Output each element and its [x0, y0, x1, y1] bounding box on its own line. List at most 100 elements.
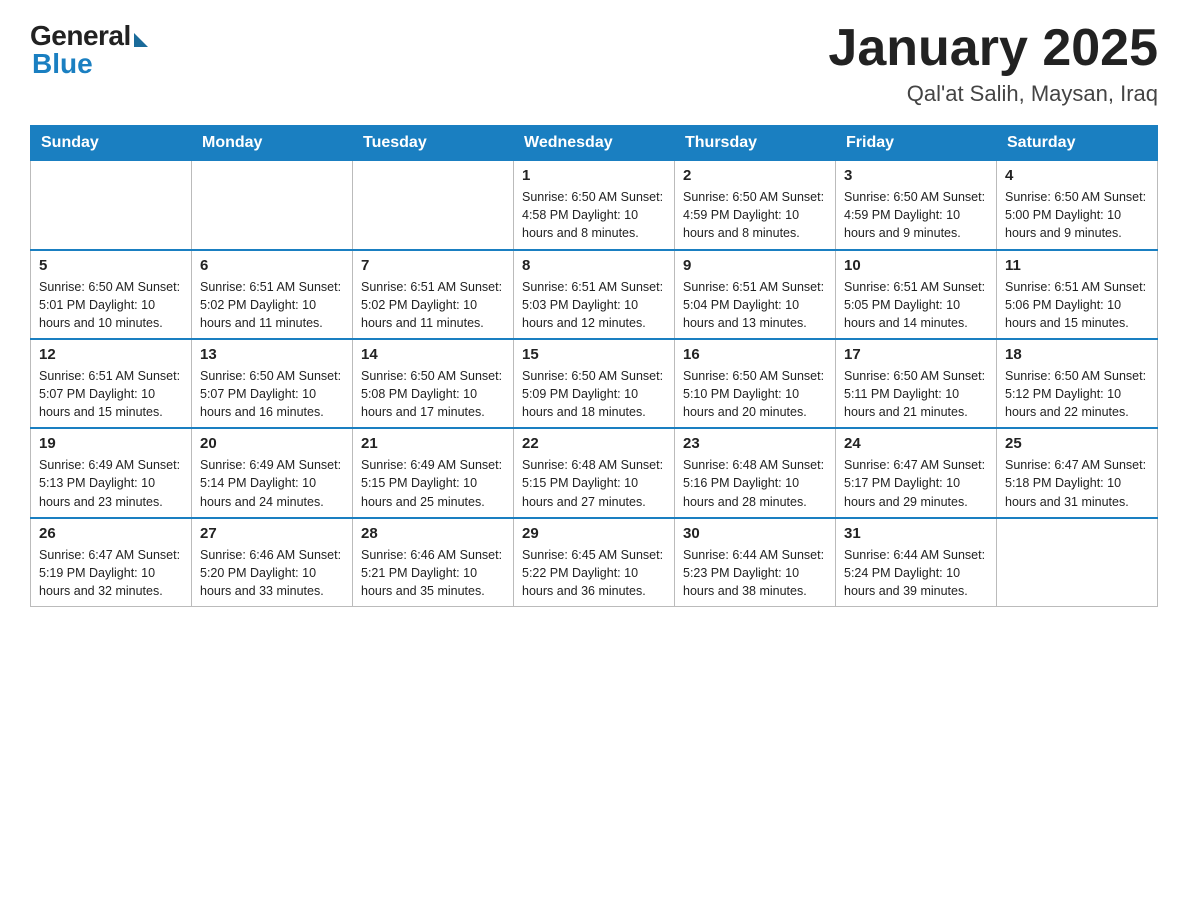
calendar-cell: 18 Sunrise: 6:50 AM Sunset: 5:12 PM Dayli… [997, 339, 1158, 428]
page-header: General Blue January 2025 Qal'at Salih, … [30, 20, 1158, 107]
day-number: 11 [1005, 257, 1149, 274]
calendar-week-row: 1Sunrise: 6:50 AM Sunset: 4:58 PM Daylig… [31, 161, 1158, 250]
day-info: Sunrise: 6:47 AM Sunset: 5:19 PM Dayligh… [39, 546, 183, 600]
day-number: 12 [39, 346, 183, 363]
day-info: Sunrise: 6:51 AM Sunset: 5:04 PM Dayligh… [683, 278, 827, 332]
weekday-header-monday: Monday [192, 126, 353, 161]
calendar-week-row: 26 Sunrise: 6:47 AM Sunset: 5:19 PM Dayli… [31, 518, 1158, 607]
day-info: Sunrise: 6:49 AM Sunset: 5:14 PM Dayligh… [200, 456, 344, 510]
calendar-title: January 2025 [828, 20, 1158, 77]
calendar-cell: 27 Sunrise: 6:46 AM Sunset: 5:20 PM Dayli… [192, 518, 353, 607]
day-number: 15 [522, 346, 666, 363]
day-info: Sunrise: 6:51 AM Sunset: 5:02 PM Dayligh… [200, 278, 344, 332]
day-number: 10 [844, 257, 988, 274]
calendar-cell: 25 Sunrise: 6:47 AM Sunset: 5:18 PM Dayli… [997, 428, 1158, 517]
calendar-cell [997, 518, 1158, 607]
day-number: 16 [683, 346, 827, 363]
day-number: 4 [1005, 167, 1149, 184]
day-info: Sunrise: 6:47 AM Sunset: 5:17 PM Dayligh… [844, 456, 988, 510]
day-number: 28 [361, 525, 505, 542]
calendar-cell: 9 Sunrise: 6:51 AM Sunset: 5:04 PM Daylig… [675, 250, 836, 339]
calendar-cell: 16Sunrise: 6:50 AM Sunset: 5:10 PM Dayli… [675, 339, 836, 428]
day-number: 30 [683, 525, 827, 542]
calendar-cell: 28 Sunrise: 6:46 AM Sunset: 5:21 PM Dayli… [353, 518, 514, 607]
day-info: Sunrise: 6:46 AM Sunset: 5:21 PM Dayligh… [361, 546, 505, 600]
day-number: 17 [844, 346, 988, 363]
calendar-week-row: 19Sunrise: 6:49 AM Sunset: 5:13 PM Dayli… [31, 428, 1158, 517]
day-number: 22 [522, 435, 666, 452]
day-info: Sunrise: 6:50 AM Sunset: 5:07 PM Dayligh… [200, 367, 344, 421]
day-number: 8 [522, 257, 666, 274]
weekday-header-thursday: Thursday [675, 126, 836, 161]
day-number: 23 [683, 435, 827, 452]
weekday-header-sunday: Sunday [31, 126, 192, 161]
day-number: 2 [683, 167, 827, 184]
calendar-cell: 6Sunrise: 6:51 AM Sunset: 5:02 PM Daylig… [192, 250, 353, 339]
day-number: 26 [39, 525, 183, 542]
day-number: 1 [522, 167, 666, 184]
day-info: Sunrise: 6:50 AM Sunset: 5:01 PM Dayligh… [39, 278, 183, 332]
day-number: 25 [1005, 435, 1149, 452]
day-number: 7 [361, 257, 505, 274]
calendar-cell: 23 Sunrise: 6:48 AM Sunset: 5:16 PM Dayli… [675, 428, 836, 517]
day-number: 14 [361, 346, 505, 363]
weekday-header-saturday: Saturday [997, 126, 1158, 161]
calendar-cell: 15 Sunrise: 6:50 AM Sunset: 5:09 PM Dayli… [514, 339, 675, 428]
logo-blue-text: Blue [32, 48, 93, 80]
calendar-cell: 20 Sunrise: 6:49 AM Sunset: 5:14 PM Dayli… [192, 428, 353, 517]
calendar-cell: 11 Sunrise: 6:51 AM Sunset: 5:06 PM Dayli… [997, 250, 1158, 339]
calendar-cell: 10 Sunrise: 6:51 AM Sunset: 5:05 PM Dayli… [836, 250, 997, 339]
day-info: Sunrise: 6:51 AM Sunset: 5:06 PM Dayligh… [1005, 278, 1149, 332]
day-number: 31 [844, 525, 988, 542]
weekday-header-friday: Friday [836, 126, 997, 161]
weekday-header-row: SundayMondayTuesdayWednesdayThursdayFrid… [31, 126, 1158, 161]
day-number: 29 [522, 525, 666, 542]
day-number: 5 [39, 257, 183, 274]
day-info: Sunrise: 6:50 AM Sunset: 5:12 PM Dayligh… [1005, 367, 1149, 421]
calendar-cell [353, 161, 514, 250]
day-info: Sunrise: 6:50 AM Sunset: 5:00 PM Dayligh… [1005, 188, 1149, 242]
day-number: 18 [1005, 346, 1149, 363]
calendar-cell: 5 Sunrise: 6:50 AM Sunset: 5:01 PM Daylig… [31, 250, 192, 339]
day-info: Sunrise: 6:48 AM Sunset: 5:15 PM Dayligh… [522, 456, 666, 510]
calendar-cell: 8Sunrise: 6:51 AM Sunset: 5:03 PM Daylig… [514, 250, 675, 339]
calendar-cell: 26 Sunrise: 6:47 AM Sunset: 5:19 PM Dayli… [31, 518, 192, 607]
day-info: Sunrise: 6:48 AM Sunset: 5:16 PM Dayligh… [683, 456, 827, 510]
day-number: 20 [200, 435, 344, 452]
calendar-cell: 22 Sunrise: 6:48 AM Sunset: 5:15 PM Dayli… [514, 428, 675, 517]
day-info: Sunrise: 6:44 AM Sunset: 5:23 PM Dayligh… [683, 546, 827, 600]
calendar-cell: 21Sunrise: 6:49 AM Sunset: 5:15 PM Dayli… [353, 428, 514, 517]
calendar-week-row: 5 Sunrise: 6:50 AM Sunset: 5:01 PM Daylig… [31, 250, 1158, 339]
day-info: Sunrise: 6:50 AM Sunset: 5:09 PM Dayligh… [522, 367, 666, 421]
calendar-cell: 24 Sunrise: 6:47 AM Sunset: 5:17 PM Dayli… [836, 428, 997, 517]
calendar-cell: 3Sunrise: 6:50 AM Sunset: 4:59 PM Daylig… [836, 161, 997, 250]
calendar-cell: 7 Sunrise: 6:51 AM Sunset: 5:02 PM Daylig… [353, 250, 514, 339]
day-info: Sunrise: 6:49 AM Sunset: 5:13 PM Dayligh… [39, 456, 183, 510]
weekday-header-wednesday: Wednesday [514, 126, 675, 161]
day-number: 24 [844, 435, 988, 452]
title-block: January 2025 Qal'at Salih, Maysan, Iraq [828, 20, 1158, 107]
day-info: Sunrise: 6:51 AM Sunset: 5:02 PM Dayligh… [361, 278, 505, 332]
calendar-week-row: 12 Sunrise: 6:51 AM Sunset: 5:07 PM Dayli… [31, 339, 1158, 428]
day-info: Sunrise: 6:50 AM Sunset: 5:11 PM Dayligh… [844, 367, 988, 421]
day-info: Sunrise: 6:50 AM Sunset: 5:08 PM Dayligh… [361, 367, 505, 421]
calendar-cell: 13Sunrise: 6:50 AM Sunset: 5:07 PM Dayli… [192, 339, 353, 428]
calendar-table: SundayMondayTuesdayWednesdayThursdayFrid… [30, 125, 1158, 607]
day-number: 21 [361, 435, 505, 452]
calendar-cell: 17 Sunrise: 6:50 AM Sunset: 5:11 PM Dayli… [836, 339, 997, 428]
day-info: Sunrise: 6:47 AM Sunset: 5:18 PM Dayligh… [1005, 456, 1149, 510]
day-info: Sunrise: 6:51 AM Sunset: 5:05 PM Dayligh… [844, 278, 988, 332]
calendar-cell: 12 Sunrise: 6:51 AM Sunset: 5:07 PM Dayli… [31, 339, 192, 428]
calendar-cell: 4 Sunrise: 6:50 AM Sunset: 5:00 PM Daylig… [997, 161, 1158, 250]
day-number: 9 [683, 257, 827, 274]
day-info: Sunrise: 6:51 AM Sunset: 5:07 PM Dayligh… [39, 367, 183, 421]
calendar-cell: 1Sunrise: 6:50 AM Sunset: 4:58 PM Daylig… [514, 161, 675, 250]
day-info: Sunrise: 6:46 AM Sunset: 5:20 PM Dayligh… [200, 546, 344, 600]
day-info: Sunrise: 6:45 AM Sunset: 5:22 PM Dayligh… [522, 546, 666, 600]
calendar-cell: 30 Sunrise: 6:44 AM Sunset: 5:23 PM Dayli… [675, 518, 836, 607]
calendar-cell [192, 161, 353, 250]
day-info: Sunrise: 6:50 AM Sunset: 4:59 PM Dayligh… [844, 188, 988, 242]
day-number: 27 [200, 525, 344, 542]
logo-arrow-icon [134, 33, 148, 47]
calendar-location: Qal'at Salih, Maysan, Iraq [828, 81, 1158, 107]
